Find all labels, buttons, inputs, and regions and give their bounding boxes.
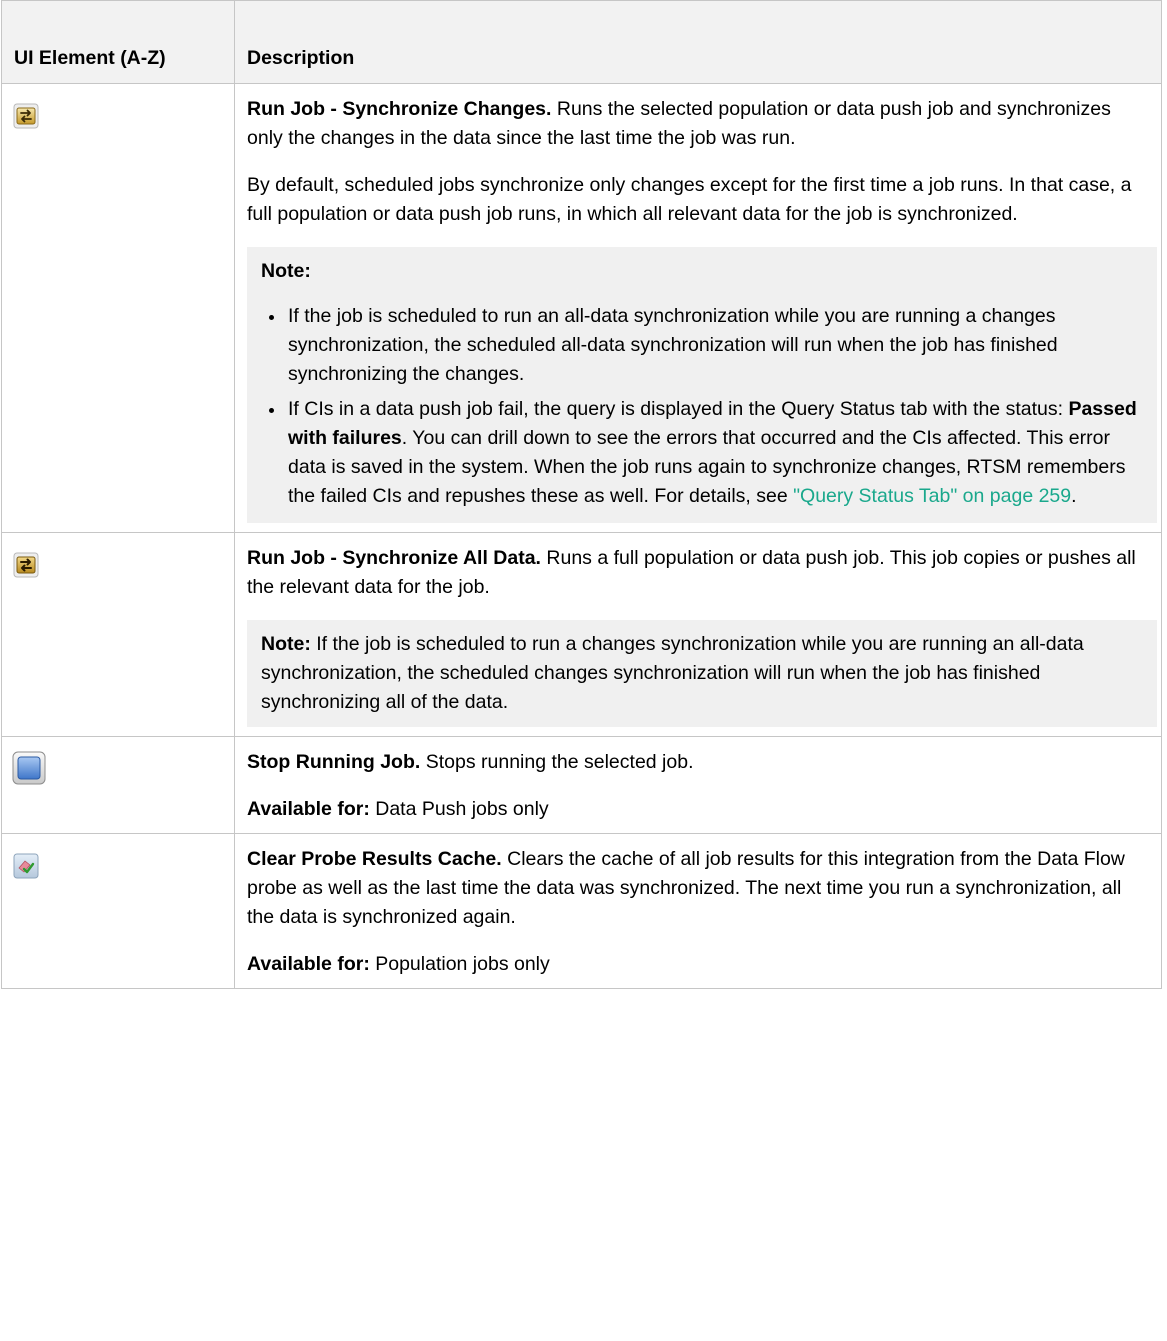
description-paragraph: Run Job - Synchronize All Data. Runs a f… xyxy=(247,544,1149,602)
table-header-row: UI Element (A-Z) Description xyxy=(1,0,1162,84)
header-description: Description xyxy=(234,0,1162,84)
availability-paragraph: Available for: Data Push jobs only xyxy=(247,795,1149,824)
note-box: Note: If the job is scheduled to run an … xyxy=(247,247,1157,523)
element-description: Stops running the selected job. xyxy=(420,751,694,773)
description-cell: Clear Probe Results Cache. Clears the ca… xyxy=(234,833,1162,989)
sync-all-icon[interactable] xyxy=(12,551,40,579)
note-text: If the job is scheduled to run a changes… xyxy=(261,633,1084,713)
note-label: Note: xyxy=(261,633,311,655)
icon-cell xyxy=(1,736,235,834)
note-text: If CIs in a data push job fail, the quer… xyxy=(288,398,1069,420)
description-cell: Run Job - Synchronize All Data. Runs a f… xyxy=(234,532,1162,737)
icon-cell xyxy=(1,833,235,989)
note-list-item: If CIs in a data push job fail, the quer… xyxy=(269,395,1143,511)
clear-cache-icon[interactable] xyxy=(12,852,40,880)
sync-changes-icon[interactable] xyxy=(12,102,40,130)
availability-paragraph: Available for: Population jobs only xyxy=(247,950,1149,979)
description-cell: Stop Running Job. Stops running the sele… xyxy=(234,736,1162,834)
availability-label: Available for: xyxy=(247,798,370,820)
table-row: Run Job - Synchronize Changes. Runs the … xyxy=(1,83,1162,533)
icon-cell xyxy=(1,532,235,737)
header-ui-element: UI Element (A-Z) xyxy=(1,0,235,84)
note-label: Note: xyxy=(261,260,311,282)
description-paragraph: By default, scheduled jobs synchronize o… xyxy=(247,174,1132,225)
ui-elements-table: UI Element (A-Z) Description Run Job - S… xyxy=(1,0,1162,989)
note-list: If the job is scheduled to run an all-da… xyxy=(261,302,1143,511)
note-list-item: If the job is scheduled to run an all-da… xyxy=(269,302,1143,389)
table-row: Stop Running Job. Stops running the sele… xyxy=(1,736,1162,834)
table-row: Clear Probe Results Cache. Clears the ca… xyxy=(1,833,1162,989)
note-box: Note: If the job is scheduled to run a c… xyxy=(247,620,1157,727)
description-cell: Run Job - Synchronize Changes. Runs the … xyxy=(234,83,1162,533)
element-title: Stop Running Job. xyxy=(247,751,421,773)
table-row: Run Job - Synchronize All Data. Runs a f… xyxy=(1,532,1162,737)
element-title: Run Job - Synchronize Changes. xyxy=(247,98,552,120)
stop-icon[interactable] xyxy=(12,751,46,785)
description-paragraph: Run Job - Synchronize Changes. Runs the … xyxy=(247,95,1149,153)
query-status-tab-link[interactable]: "Query Status Tab" on page 259 xyxy=(793,485,1071,507)
availability-label: Available for: xyxy=(247,953,370,975)
availability-text: Population jobs only xyxy=(369,953,550,975)
availability-text: Data Push jobs only xyxy=(369,798,549,820)
description-paragraph: Stop Running Job. Stops running the sele… xyxy=(247,748,1149,777)
description-paragraph: Clear Probe Results Cache. Clears the ca… xyxy=(247,845,1149,932)
element-title: Clear Probe Results Cache. xyxy=(247,848,502,870)
icon-cell xyxy=(1,83,235,533)
element-title: Run Job - Synchronize All Data. xyxy=(247,547,541,569)
note-text: . xyxy=(1071,485,1077,507)
